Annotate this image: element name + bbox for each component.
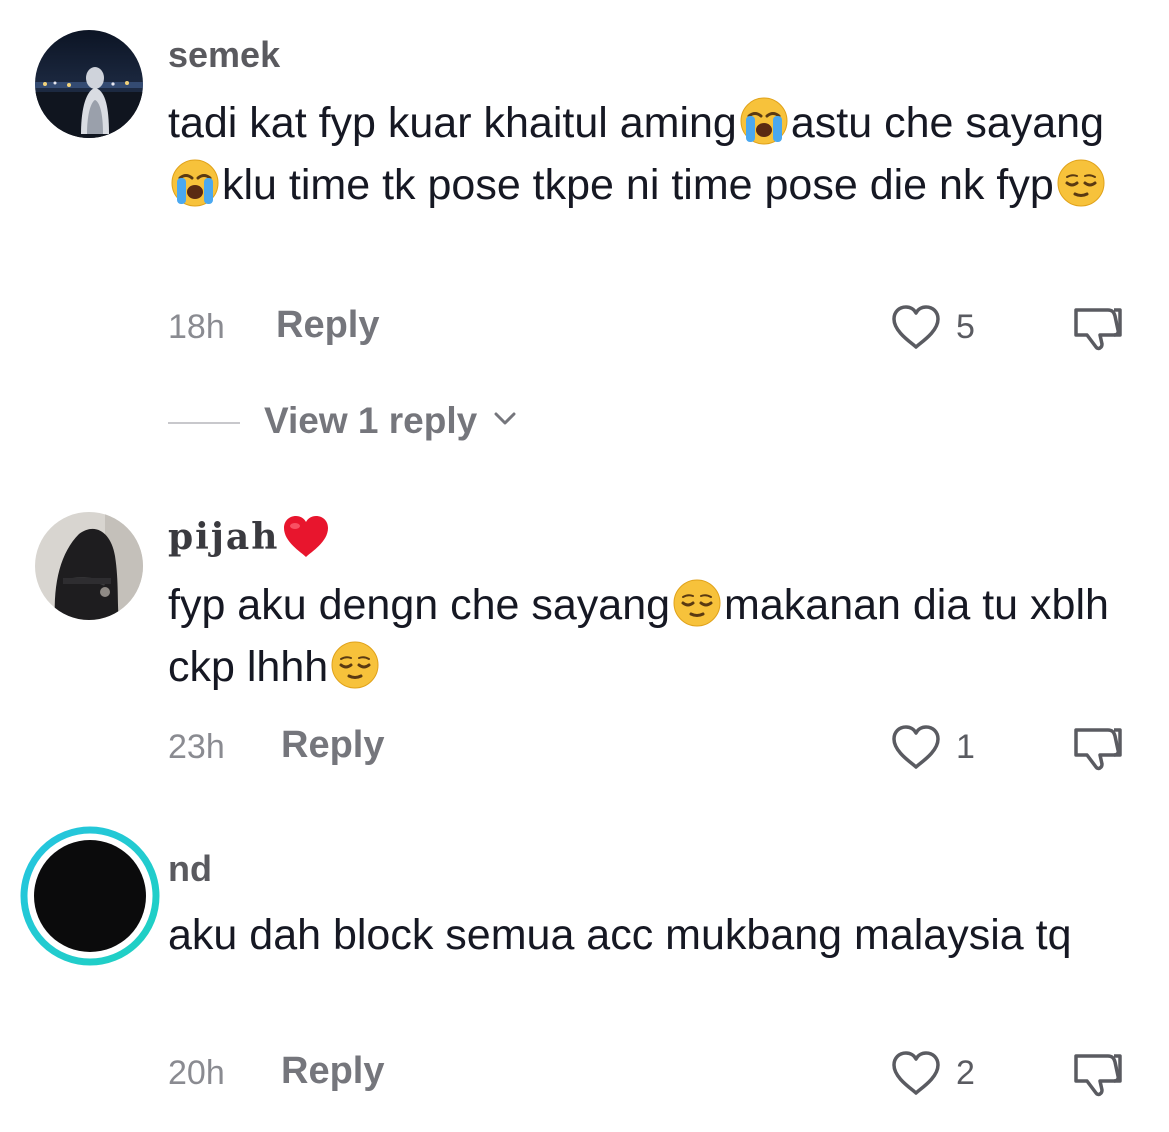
comment-actions: 20h Reply 2 <box>168 1048 1128 1098</box>
username[interactable]: nd <box>168 848 212 890</box>
timestamp: 20h <box>168 1054 225 1092</box>
comment-text-segment: aku dah block semua acc mukbang malaysia… <box>168 911 1072 959</box>
like-button[interactable]: 2 <box>890 1048 1010 1098</box>
like-count: 2 <box>956 1054 975 1092</box>
story-ring-avatar[interactable] <box>20 826 160 966</box>
thumbs-down-outline-icon <box>1074 1054 1122 1097</box>
reply-button[interactable]: Reply <box>281 1050 384 1093</box>
username-label: nd <box>168 848 212 889</box>
dislike-button[interactable] <box>1070 1048 1126 1098</box>
comment-text: aku dah block semua acc mukbang malaysia… <box>168 904 1128 966</box>
heart-outline-icon <box>892 1051 940 1095</box>
comment-item: nd aku dah block semua acc mukbang malay… <box>0 0 1169 1132</box>
